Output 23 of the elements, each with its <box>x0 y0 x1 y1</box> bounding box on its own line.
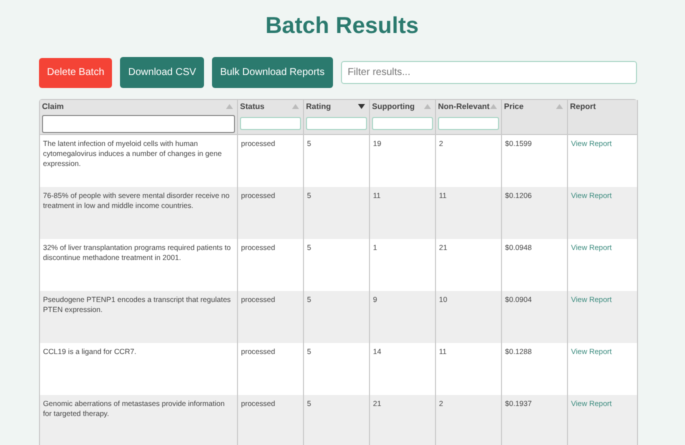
download-button[interactable]: Bulk Download Reports <box>212 57 333 88</box>
column-filter-field[interactable] <box>438 117 499 130</box>
column-header[interactable]: Price <box>502 100 568 135</box>
delete-button[interactable]: Delete Batch <box>39 58 112 88</box>
sort-up-icon[interactable] <box>226 104 233 109</box>
column-header[interactable]: Report <box>568 100 638 135</box>
column-header[interactable]: Supporting <box>370 100 436 135</box>
filter-field[interactable]: Filter results... <box>340 61 637 84</box>
page-title: Batch Results <box>264 12 420 39</box>
column-header[interactable]: Claim <box>40 100 238 135</box>
column-filter-field[interactable] <box>306 117 367 130</box>
column-filter-field[interactable] <box>42 115 235 133</box>
column-header[interactable]: Non-Relevant <box>436 100 502 135</box>
column-filter-field[interactable] <box>240 117 301 130</box>
sort-down-icon[interactable] <box>358 104 365 109</box>
sort-up-icon[interactable] <box>556 104 563 109</box>
column-header[interactable]: Status <box>238 100 304 135</box>
sort-up-icon[interactable] <box>424 104 431 109</box>
sort-up-icon[interactable] <box>292 104 299 109</box>
download-button[interactable]: Download CSV <box>120 57 204 88</box>
column-header[interactable]: Rating <box>304 100 370 135</box>
column-filter-field[interactable] <box>372 117 433 130</box>
sort-up-icon[interactable] <box>490 104 497 109</box>
